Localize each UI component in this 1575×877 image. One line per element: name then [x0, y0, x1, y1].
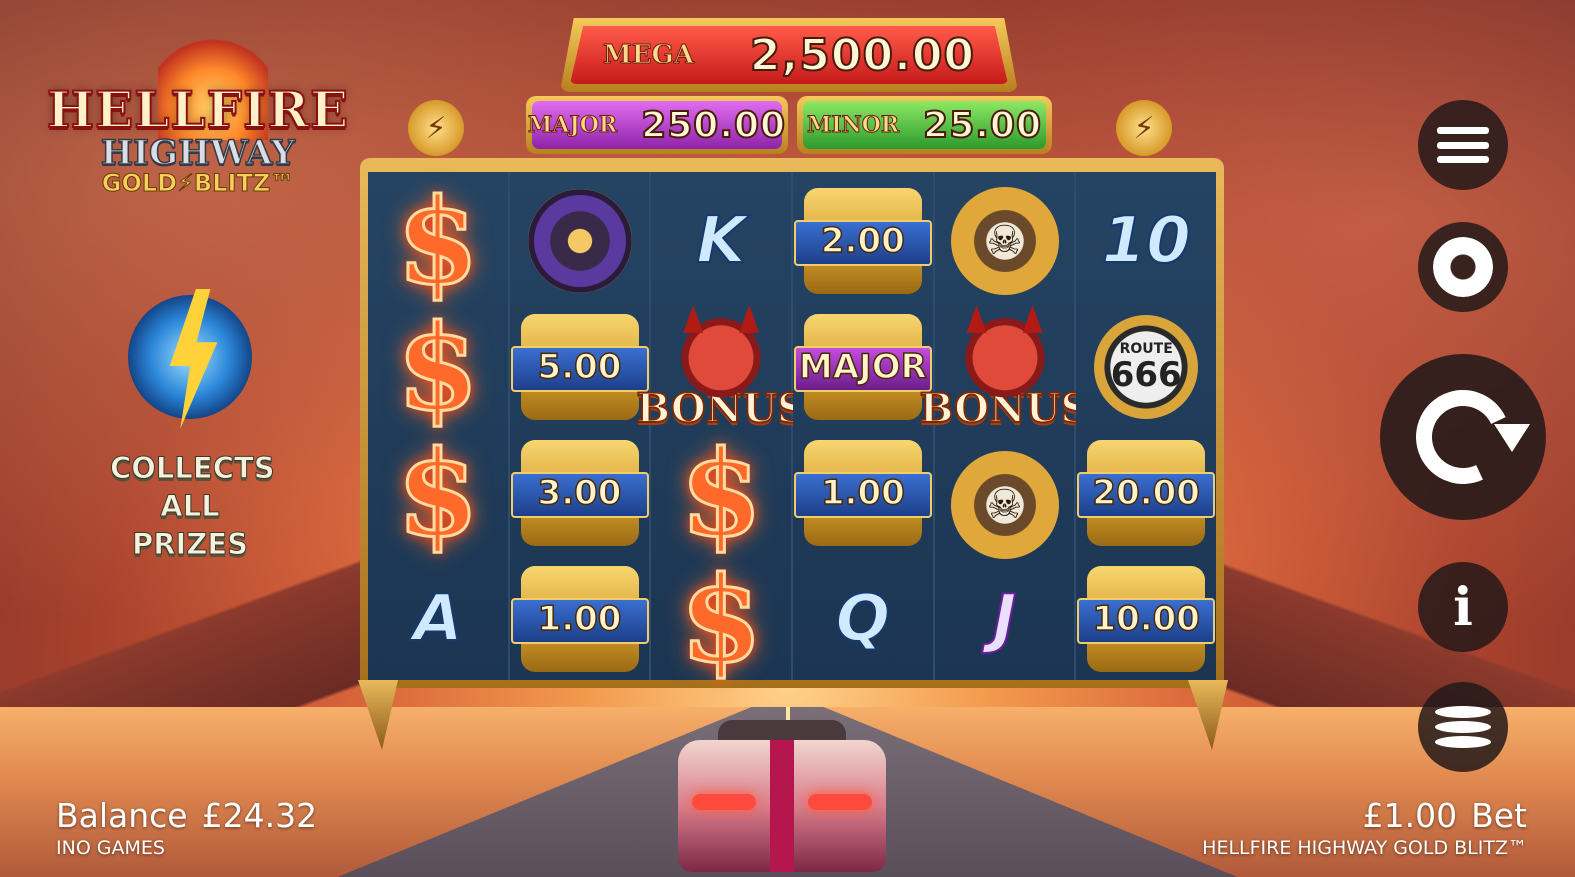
cash-value: 10.00 [1092, 598, 1201, 640]
cash-can-symbol: 1.00 [510, 556, 650, 682]
card-symbol-text: Q [835, 581, 891, 657]
skull-pistons-icon: ☠ [950, 451, 1059, 559]
balance-value: £24.32 [201, 796, 318, 835]
tyre-symbol [510, 178, 650, 304]
route-666-icon: ROUTE 666 [1094, 315, 1199, 419]
bet-label: Bet [1471, 796, 1527, 835]
dollar-symbol-text: $ [395, 422, 480, 564]
logo-title: HELLFIRE [46, 79, 350, 140]
dollar-symbol-text: $ [395, 296, 480, 438]
skull-pistons-icon: ☠ [950, 187, 1059, 295]
lightning-bolt-icon [169, 289, 218, 429]
logo-subtitle: HIGHWAY [100, 132, 296, 174]
logo-tagline: GOLD⚡BLITZ™ [101, 169, 295, 198]
minor-jackpot: MINOR 25.00 [797, 96, 1052, 154]
gear-icon [1433, 237, 1493, 297]
dollar-symbol-text: $ [679, 548, 764, 690]
devil-icon [956, 305, 1053, 401]
spin-arrow-icon [1494, 424, 1530, 452]
card-symbol-j: J [935, 556, 1075, 682]
collect-line-1: COLLECTS [110, 451, 276, 486]
game-logo: HELLFIRE HIGHWAY GOLD⚡BLITZ™ [38, 30, 358, 220]
devil-icon [673, 305, 770, 401]
cash-value: 2.00 [820, 220, 905, 262]
bonus-symbol: BONUS [635, 282, 807, 433]
reel-3: K BONUS $ $ [635, 172, 807, 690]
bet-settings-button[interactable] [1418, 682, 1508, 772]
bet-area: £1.00 Bet HELLFIRE HIGHWAY GOLD BLITZ™ [1202, 796, 1527, 859]
route-number: 666 [1110, 355, 1182, 395]
mega-label: MEGA [602, 40, 694, 71]
balance-label: Balance [56, 796, 188, 835]
dollar-symbol: $ [368, 170, 508, 312]
card-symbol-a: A [368, 556, 508, 682]
reel-2: 5.00 3.00 1.00 [509, 172, 652, 682]
tyre-icon [527, 189, 632, 293]
balance-area: Balance £24.32 INO GAMES [56, 796, 317, 859]
reel-6: 10 ROUTE 666 20.00 10.00 [1076, 172, 1217, 682]
bonus-symbol: BONUS [919, 282, 1090, 433]
cash-value: 3.00 [537, 472, 622, 514]
major-can-label: MAJOR [798, 346, 927, 388]
skull-symbol: ☠ [935, 442, 1075, 568]
info-button[interactable]: i [1418, 562, 1508, 652]
major-can-symbol: MAJOR [793, 304, 933, 430]
cash-can-symbol: 5.00 [510, 304, 650, 430]
mega-jackpot: MEGA 2,500.00 [560, 18, 1018, 92]
card-symbol-text: A [412, 581, 464, 657]
minor-value: 25.00 [922, 104, 1043, 147]
card-symbol-10: 10 [1076, 178, 1216, 304]
major-value: 250.00 [640, 104, 787, 147]
car-image [678, 712, 886, 872]
card-symbol-text: K [695, 203, 747, 279]
collect-feature: COLLECTS ALL PRIZES [110, 285, 275, 562]
cash-can-symbol: 2.00 [793, 178, 933, 304]
bolt-badge-left-icon: ⚡ [408, 100, 464, 156]
dollar-symbol-text: $ [679, 422, 764, 564]
cash-value: 1.00 [537, 598, 622, 640]
card-symbol-text: J [992, 581, 1018, 657]
reel-frame: $ $ $ A 5.00 3.00 1.00 K BONUS $ $ 2.00 … [360, 158, 1224, 690]
cash-can-symbol: 3.00 [510, 430, 650, 556]
reel-grid: $ $ $ A 5.00 3.00 1.00 K BONUS $ $ 2.00 … [368, 170, 1217, 690]
minor-label: MINOR [806, 112, 900, 139]
dollar-symbol: $ [368, 296, 508, 438]
dollar-symbol: $ [651, 422, 791, 564]
dollar-symbol: $ [368, 422, 508, 564]
cash-can-symbol: 10.00 [1076, 556, 1216, 682]
reel-4: 2.00 MAJOR 1.00 Q [793, 172, 935, 680]
mega-value: 2,500.00 [749, 29, 976, 82]
card-symbol-q: Q [793, 556, 933, 682]
collect-line-2: ALL PRIZES [131, 489, 249, 562]
dollar-symbol: $ [651, 548, 791, 690]
reel-1: $ $ $ A [368, 170, 510, 682]
collect-text: COLLECTS ALL PRIZES [110, 449, 276, 563]
lightning-orb-icon [128, 289, 252, 429]
menu-icon [1437, 127, 1489, 163]
settings-button[interactable] [1418, 222, 1508, 312]
cash-value: 20.00 [1092, 472, 1201, 514]
bet-value: £1.00 [1362, 796, 1458, 835]
cash-can-symbol: 1.00 [793, 430, 933, 556]
major-label: MAJOR [527, 112, 618, 139]
cash-can-symbol: 20.00 [1076, 430, 1216, 556]
provider-name: INO GAMES [56, 837, 165, 859]
menu-button[interactable] [1418, 100, 1508, 190]
card-symbol-text: 10 [1101, 203, 1192, 279]
major-jackpot: MAJOR 250.00 [526, 96, 788, 154]
coins-icon [1435, 706, 1491, 748]
cash-value: 1.00 [820, 472, 905, 514]
game-name: HELLFIRE HIGHWAY GOLD BLITZ™ [1202, 837, 1527, 859]
cash-value: 5.00 [537, 346, 622, 388]
route-666-symbol: ROUTE 666 [1076, 304, 1216, 430]
reel-5: ☠ BONUS ☠ J [919, 172, 1090, 682]
bolt-badge-right-icon: ⚡ [1116, 100, 1172, 156]
dollar-symbol-text: $ [395, 170, 480, 312]
info-icon: i [1453, 576, 1473, 638]
